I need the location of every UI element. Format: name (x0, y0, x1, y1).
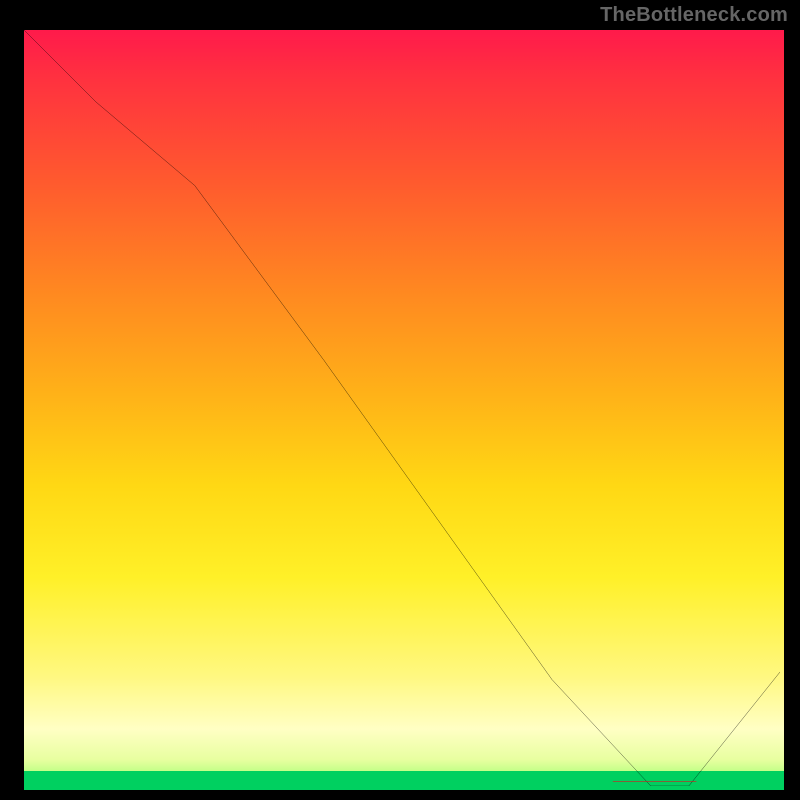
curve-overlay (20, 26, 780, 786)
watermark-text: TheBottleneck.com (600, 4, 788, 27)
bottleneck-curve-line (20, 26, 780, 786)
chart-container: TheBottleneck.com (0, 0, 800, 800)
plot-area (20, 26, 780, 786)
